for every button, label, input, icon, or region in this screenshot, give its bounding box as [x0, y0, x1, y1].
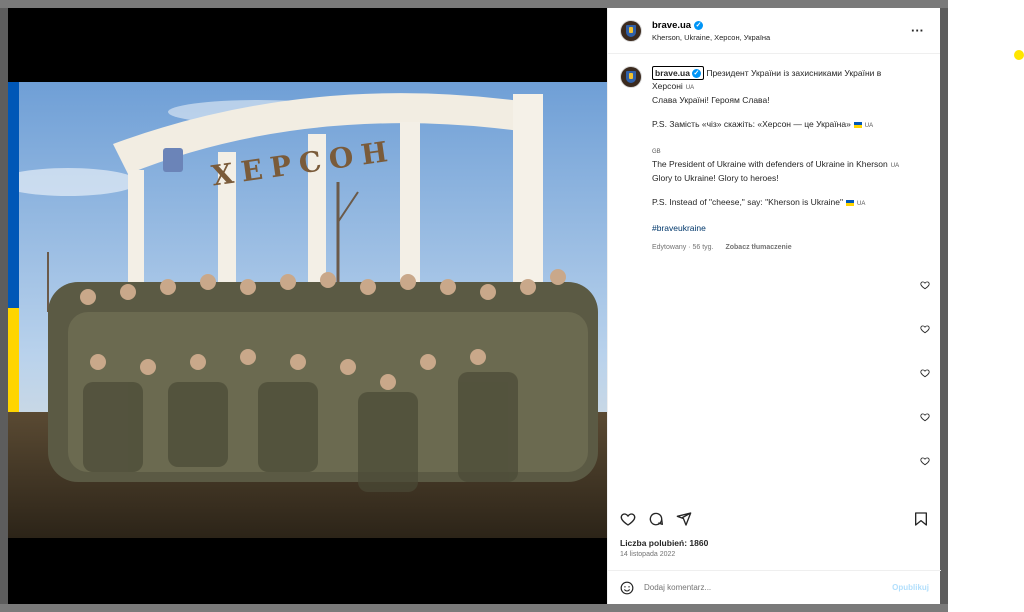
flag-blue-strip [8, 82, 19, 308]
ukraine-flag-icon [853, 121, 862, 128]
caption-line-2: Слава Україні! Героям Слава! [652, 95, 770, 105]
more-options-icon[interactable]: ··· [907, 23, 928, 38]
soldiers-group [48, 269, 598, 492]
caption-line-3: P.S. Замість «чіз» скажіть: «Херсон — це… [652, 119, 851, 129]
photo-illustration: ХЕРСОН [8, 82, 607, 538]
verified-badge-icon: ✓ [694, 20, 704, 30]
flag-gb-label: GB [652, 149, 661, 155]
post-side-panel: brave.ua ✓ Kherson, Ukraine, Херсон, Укр… [607, 8, 941, 604]
flag-ua-label: UA [856, 201, 866, 207]
background-right-area [948, 0, 1024, 612]
caption-line-5: Glory to Ukraine! Glory to heroes! [652, 173, 779, 183]
comment-bar: Opublikuj [608, 570, 941, 604]
share-send-icon[interactable] [676, 511, 692, 527]
edited-label: Edytowany · 56 tyg. [652, 244, 714, 251]
post-date: 14 listopada 2022 [620, 551, 676, 558]
heart-icon[interactable] [920, 412, 930, 422]
post-modal: ХЕРСОН brave.ua ✓ Kherson, Ukraine, Херс… [8, 8, 941, 604]
post-header: brave.ua ✓ Kherson, Ukraine, Херсон, Укр… [608, 8, 940, 54]
caption-avatar[interactable] [620, 66, 642, 88]
caption-text: brave.ua ✓ Президент України із захисника… [652, 66, 922, 254]
avatar[interactable] [620, 19, 642, 42]
heart-icon[interactable] [920, 456, 930, 466]
caption-line-6: P.S. Instead of "cheese," say: "Kherson … [652, 197, 843, 207]
flag-ua-label: UA [685, 85, 695, 91]
post-media: ХЕРСОН [8, 8, 607, 604]
heart-icon[interactable] [920, 324, 930, 334]
comment-input[interactable] [644, 583, 893, 592]
caption-username: brave.ua [655, 68, 690, 78]
comment-bubble-icon[interactable] [648, 511, 664, 527]
ukraine-flag-icon [845, 199, 854, 206]
brave-logo-icon [626, 24, 636, 37]
post-actions-bar [608, 508, 941, 530]
sign-coat-of-arms [163, 148, 183, 172]
flag-ua-label: UA [890, 163, 900, 169]
caption-username-link[interactable]: brave.ua ✓ [652, 66, 704, 80]
cursor-indicator-dot [1014, 50, 1024, 60]
background-feed-bottom [0, 604, 948, 612]
location-link[interactable]: Kherson, Ukraine, Херсон, Україна [652, 33, 907, 42]
username-link[interactable]: brave.ua [652, 20, 691, 31]
likes-count[interactable]: Liczba polubień: 1860 [620, 538, 708, 548]
comment-like-column [920, 280, 930, 466]
bookmark-icon[interactable] [913, 511, 929, 527]
background-feed-top [0, 0, 948, 8]
emoji-icon[interactable] [620, 581, 634, 595]
verified-badge-icon: ✓ [691, 68, 701, 78]
heart-icon[interactable] [920, 280, 930, 290]
brave-logo-icon [626, 71, 636, 83]
post-photo[interactable]: ХЕРСОН [8, 82, 607, 538]
see-translation-button[interactable]: Zobacz tłumaczenie [725, 242, 791, 254]
caption-area: brave.ua ✓ Президент України із захисника… [608, 54, 940, 502]
like-heart-icon[interactable] [620, 511, 636, 527]
caption-line-4: The President of Ukraine with defenders … [652, 159, 888, 169]
flag-ua-label: UA [864, 123, 874, 129]
publish-comment-button[interactable]: Opublikuj [892, 583, 929, 592]
heart-icon[interactable] [920, 368, 930, 378]
hashtag-link[interactable]: #braveukraine [652, 223, 706, 233]
